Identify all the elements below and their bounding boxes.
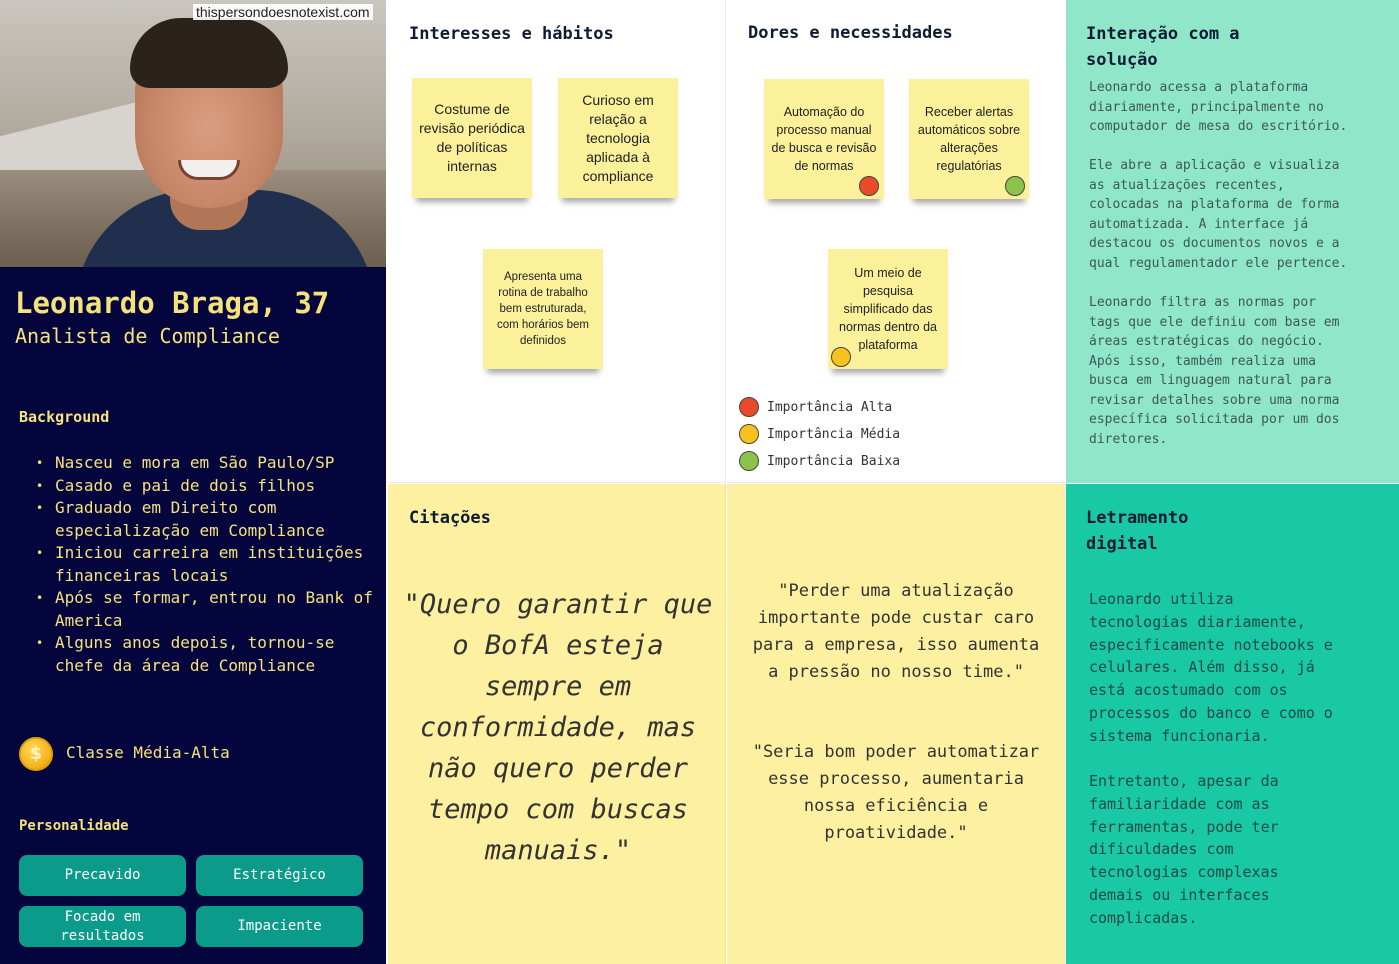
persona-photo: thispersondoesnotexist.com — [0, 0, 386, 267]
legend-dot-icon — [739, 451, 759, 471]
persona-name: Leonardo Braga, 37 — [15, 286, 330, 320]
background-item: Alguns anos depois, tornou-se chefe da á… — [34, 632, 374, 677]
background-item: Após se formar, entrou no Bank of Americ… — [34, 587, 374, 632]
quotes-secondary-panel: "Perder uma atualização importante pode … — [727, 484, 1065, 964]
legend-item-media: Importância Média — [739, 424, 900, 444]
interaction-paragraph: Ele abre a aplicação e visualiza as atua… — [1089, 158, 1348, 271]
sticky-note: Costume de revisão periódica de política… — [412, 78, 532, 198]
trait-chip-impaciente: Impaciente — [196, 906, 363, 947]
background-item: Casado e pai de dois filhos — [34, 475, 374, 498]
trait-chip-precavido: Precavido — [19, 855, 186, 896]
importance-dot — [831, 347, 851, 367]
pains-title: Dores e necessidades — [748, 23, 953, 43]
background-item: Nasceu e mora em São Paulo/SP — [34, 452, 374, 475]
legend-dot-icon — [739, 424, 759, 444]
legend-label: Importância Média — [767, 426, 901, 442]
legend-item-baixa: Importância Baixa — [739, 451, 900, 471]
sticky-note: Apresenta uma rotina de trabalho bem est… — [483, 249, 603, 369]
secondary-quote: "Perder uma atualização importante pode … — [752, 581, 1040, 682]
trait-chip-focado: Focado em resultados — [19, 906, 186, 947]
background-title: Background — [19, 408, 110, 426]
background-list: Nasceu e mora em São Paulo/SP Casado e p… — [34, 452, 374, 677]
literacy-panel: Letramento digital Leonardo utiliza tecn… — [1066, 484, 1399, 964]
literacy-paragraph: Entretanto, apesar da familiaridade com … — [1089, 772, 1279, 927]
persona-role: Analista de Compliance — [15, 324, 280, 348]
literacy-paragraph: Leonardo utiliza tecnologias diariamente… — [1089, 590, 1333, 745]
interaction-paragraph: Leonardo filtra as normas por tags que e… — [1089, 295, 1340, 447]
persona-sidebar: thispersondoesnotexist.com Leonardo Brag… — [0, 0, 386, 964]
legend-label: Importância Baixa — [767, 453, 901, 469]
main-quote: "Quero garantir que o BofA esteja sempre… — [403, 589, 713, 866]
background-item: Graduado em Direito com especialização e… — [34, 497, 374, 542]
legend-dot-icon — [739, 397, 759, 417]
photo-watermark: thispersondoesnotexist.com — [193, 4, 373, 20]
interaction-paragraph: Leonardo acessa a plataforma diariamente… — [1089, 80, 1348, 134]
trait-chip-estrategico: Estratégico — [196, 855, 363, 896]
interests-title: Interesses e hábitos — [409, 24, 614, 44]
importance-dot — [859, 176, 879, 196]
importance-dot — [1005, 176, 1025, 196]
quotes-panel: Citações "Quero garantir que o BofA este… — [388, 484, 726, 964]
interests-panel: Interesses e hábitos Costume de revisão … — [388, 0, 726, 483]
legend-label: Importância Alta — [767, 399, 893, 415]
social-class-label: Classe Média-Alta — [66, 743, 230, 762]
interaction-title: Interação com a solução — [1086, 24, 1240, 70]
sticky-note: Curioso em relação a tecnologia aplicada… — [558, 78, 678, 198]
literacy-title: Letramento digital — [1086, 508, 1189, 554]
legend-item-alta: Importância Alta — [739, 397, 892, 417]
coin-icon: $ — [19, 737, 53, 771]
quotes-title: Citações — [409, 508, 491, 528]
interaction-panel: Interação com a solução Leonardo acessa … — [1066, 0, 1399, 483]
background-item: Iniciou carreira em instituições finance… — [34, 542, 374, 587]
personality-title: Personalidade — [19, 818, 129, 834]
secondary-quote: "Seria bom poder automatizar esse proces… — [752, 742, 1040, 843]
